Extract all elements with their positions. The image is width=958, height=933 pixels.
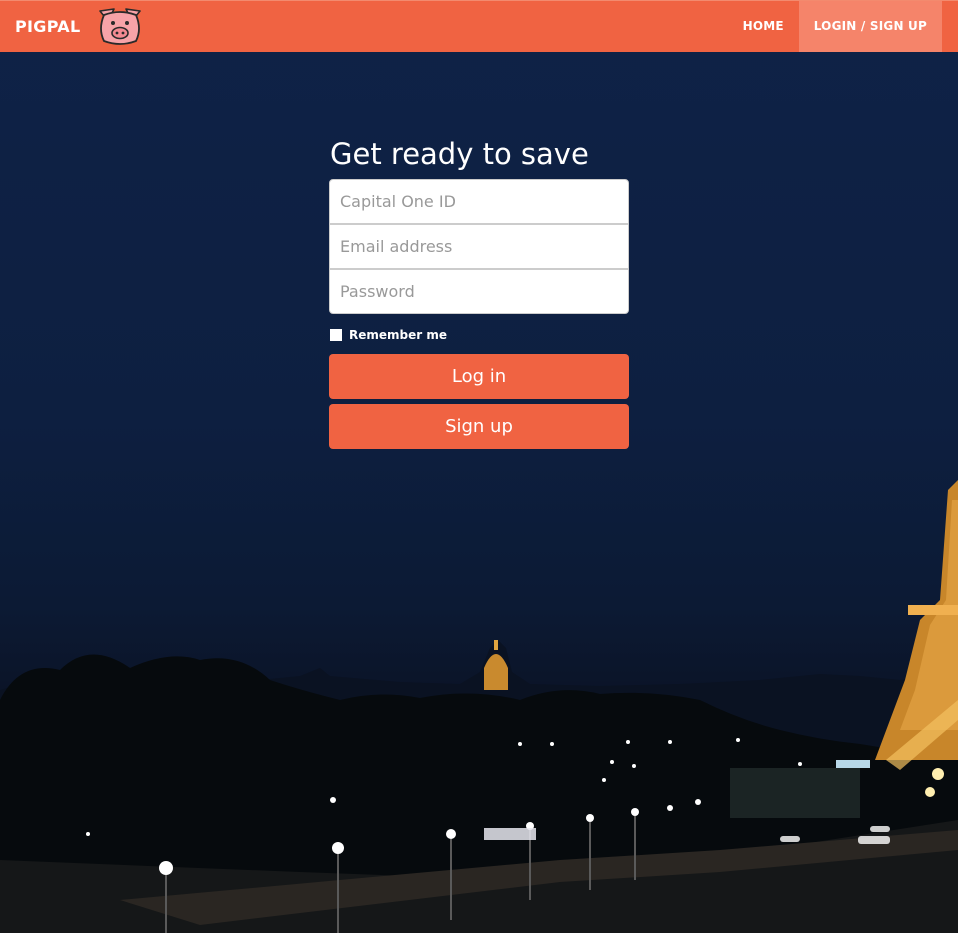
nav-links: HOME LOGIN / SIGN UP [728, 1, 942, 52]
login-form: Get ready to save Remember me Log in Sig… [329, 132, 629, 449]
remember-me-label[interactable]: Remember me [349, 328, 447, 342]
email-input[interactable] [329, 224, 629, 269]
remember-me-row: Remember me [329, 327, 629, 343]
password-input[interactable] [329, 269, 629, 314]
nav-login-signup-link[interactable]: LOGIN / SIGN UP [798, 1, 942, 52]
form-heading: Get ready to save [330, 137, 589, 171]
signup-button[interactable]: Sign up [329, 404, 629, 449]
top-navbar: PIGPAL HOME LOGIN / SIGN UP [0, 0, 958, 52]
login-button[interactable]: Log in [329, 354, 629, 399]
nav-home-link[interactable]: HOME [728, 1, 799, 52]
remember-me-checkbox[interactable] [330, 329, 342, 341]
pig-face-icon[interactable] [94, 5, 146, 47]
brand-name[interactable]: PIGPAL [15, 17, 80, 36]
capital-one-id-input[interactable] [329, 179, 629, 224]
